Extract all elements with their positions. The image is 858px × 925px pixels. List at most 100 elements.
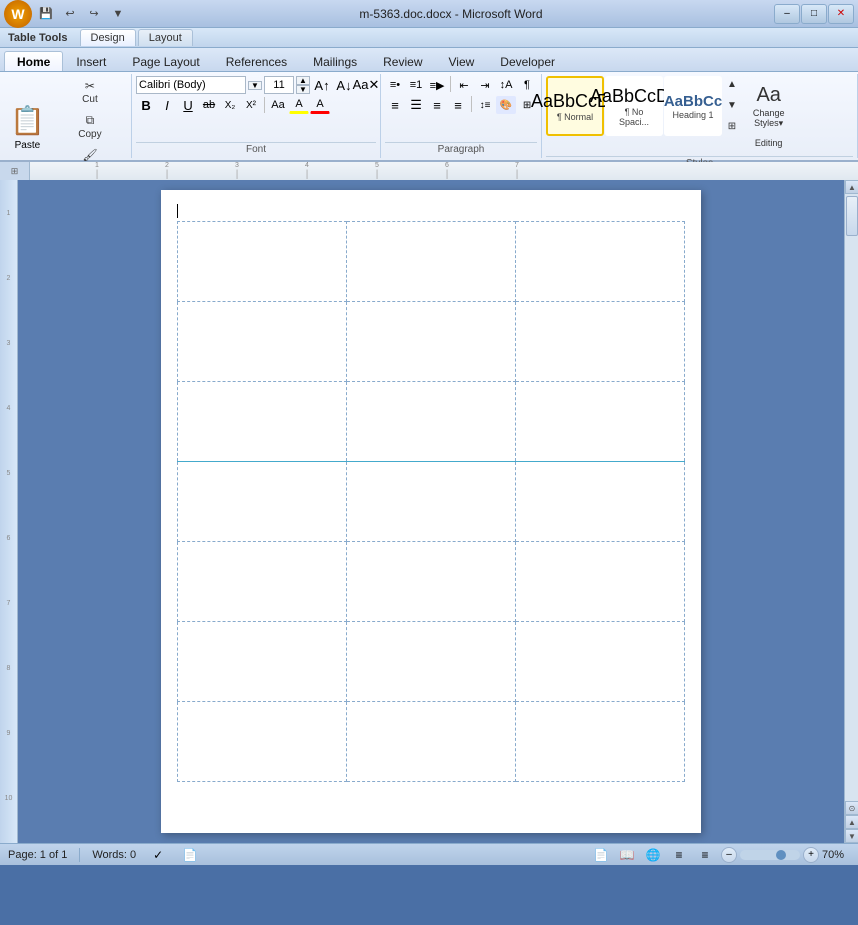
align-right-button[interactable]: ≡	[427, 96, 447, 114]
bullets-button[interactable]: ≡•	[385, 76, 405, 94]
align-left-button[interactable]: ≡	[385, 96, 405, 114]
table-cell[interactable]	[516, 702, 685, 782]
table-cell[interactable]	[347, 462, 516, 542]
full-reading-button[interactable]: 📖	[617, 846, 637, 864]
table-cell[interactable]	[516, 462, 685, 542]
table-cell[interactable]	[347, 222, 516, 302]
table-cell[interactable]	[347, 382, 516, 462]
sort-button[interactable]: ↕A	[496, 76, 516, 94]
clear-formatting-button[interactable]: Aa✕	[356, 76, 376, 94]
line-spacing-button[interactable]: ↕≡	[475, 96, 495, 114]
font-name-dropdown[interactable]: ▼	[248, 81, 262, 90]
tab-layout[interactable]: Layout	[138, 29, 193, 46]
increase-indent-button[interactable]: ⇥	[475, 76, 495, 94]
table-cell[interactable]	[516, 382, 685, 462]
ribbon-tab-mailings[interactable]: Mailings	[300, 51, 370, 71]
paste-button[interactable]: 📋	[4, 102, 51, 139]
strikethrough-button[interactable]: ab	[199, 96, 219, 114]
editing-button[interactable]: Editing	[749, 134, 789, 152]
redo-button[interactable]: ↪	[84, 4, 104, 24]
table-cell[interactable]	[347, 302, 516, 382]
zoom-slider-thumb[interactable]	[776, 850, 786, 860]
ribbon-tab-insert[interactable]: Insert	[63, 51, 119, 71]
align-center-button[interactable]: ☰	[406, 96, 426, 114]
zoom-out-button[interactable]: –	[721, 847, 737, 863]
ribbon-tab-pagelayout[interactable]: Page Layout	[119, 51, 212, 71]
change-styles-button[interactable]: Aa Change Styles▾	[747, 80, 791, 130]
zoom-slider[interactable]	[740, 850, 800, 860]
multilevel-list-button[interactable]: ≡▶	[427, 76, 447, 94]
font-color-button[interactable]: A	[310, 96, 330, 114]
ruler-corner[interactable]: ⊞	[0, 162, 30, 180]
font-name-input[interactable]	[136, 76, 246, 94]
table-cell[interactable]	[178, 382, 347, 462]
bold-button[interactable]: B	[136, 96, 156, 114]
maximize-button[interactable]: □	[801, 4, 827, 24]
change-case-button[interactable]: Aa	[268, 96, 288, 114]
decrease-indent-button[interactable]: ⇤	[454, 76, 474, 94]
web-layout-button[interactable]: 🌐	[643, 846, 663, 864]
ribbon-tab-home[interactable]: Home	[4, 51, 63, 71]
ribbon-tab-view[interactable]: View	[436, 51, 488, 71]
select-browse-object-button[interactable]: ⊙	[845, 801, 858, 815]
undo-button[interactable]: ↩	[60, 4, 80, 24]
table-cell[interactable]	[347, 622, 516, 702]
tab-design[interactable]: Design	[80, 29, 136, 46]
scroll-track[interactable]	[845, 194, 858, 801]
numbering-button[interactable]: ≡1	[406, 76, 426, 94]
proofing-button[interactable]: ✓	[148, 846, 168, 864]
font-size-input[interactable]	[264, 76, 294, 94]
underline-button[interactable]: U	[178, 96, 198, 114]
table-cell[interactable]	[178, 462, 347, 542]
shading-button[interactable]: 🎨	[496, 96, 516, 114]
ribbon-tab-developer[interactable]: Developer	[487, 51, 568, 71]
next-page-button[interactable]: ▼	[845, 829, 858, 843]
table-cell[interactable]	[178, 302, 347, 382]
table-cell[interactable]	[178, 622, 347, 702]
italic-button[interactable]: I	[157, 96, 177, 114]
shrink-font-button[interactable]: A↓	[334, 76, 354, 94]
justify-button[interactable]: ≡	[448, 96, 468, 114]
draft-button[interactable]: ≡	[695, 846, 715, 864]
table-cell[interactable]	[516, 222, 685, 302]
table-cell[interactable]	[516, 302, 685, 382]
outline-button[interactable]: ≡	[669, 846, 689, 864]
table-cell[interactable]	[178, 542, 347, 622]
scroll-thumb[interactable]	[846, 196, 858, 236]
table-cell[interactable]	[516, 622, 685, 702]
minimize-button[interactable]: –	[774, 4, 800, 24]
close-button[interactable]: ✕	[828, 4, 854, 24]
superscript-button[interactable]: X²	[241, 96, 261, 114]
copy-button[interactable]: ⧉Copy	[53, 110, 127, 143]
styles-scroll-up[interactable]: ▲	[723, 76, 741, 94]
style-no-spacing[interactable]: AaBbCcDc ¶ No Spaci...	[605, 76, 663, 136]
save-quick-button[interactable]: 💾	[36, 4, 56, 24]
customize-qat-button[interactable]: ▼	[108, 4, 128, 24]
decrease-font-size-btn[interactable]: ▼	[296, 85, 310, 94]
prev-page-button[interactable]: ▲	[845, 815, 858, 829]
style-heading1[interactable]: AaBbCc Heading 1	[664, 76, 722, 136]
table-cell[interactable]	[347, 542, 516, 622]
scroll-up-button[interactable]: ▲	[845, 180, 858, 194]
document-table[interactable]	[177, 221, 685, 782]
grow-font-button[interactable]: A↑	[312, 76, 332, 94]
increase-font-size-btn[interactable]: ▲	[296, 76, 310, 85]
cut-button[interactable]: ✂Cut	[53, 76, 127, 108]
office-button[interactable]: W	[4, 0, 32, 28]
styles-scroll-down[interactable]: ▼	[723, 97, 741, 115]
ribbon-tab-review[interactable]: Review	[370, 51, 435, 71]
styles-more[interactable]: ⊞	[723, 118, 741, 136]
table-cell[interactable]	[347, 702, 516, 782]
layout-view-button[interactable]: 📄	[180, 846, 200, 864]
table-cell[interactable]	[178, 222, 347, 302]
table-cell[interactable]	[516, 542, 685, 622]
highlight-color-button[interactable]: A	[289, 96, 309, 114]
print-layout-button[interactable]: 📄	[591, 846, 611, 864]
subscript-button[interactable]: X₂	[220, 96, 240, 114]
font-group: ▼ ▲ ▼ A↑ A↓ Aa✕ B I U ab X₂ X² Aa A	[132, 74, 381, 158]
table-cell[interactable]	[178, 702, 347, 782]
document[interactable]	[161, 190, 701, 833]
ribbon-tab-references[interactable]: References	[213, 51, 300, 71]
zoom-in-button[interactable]: +	[803, 847, 819, 863]
paste-label: Paste	[15, 140, 41, 151]
